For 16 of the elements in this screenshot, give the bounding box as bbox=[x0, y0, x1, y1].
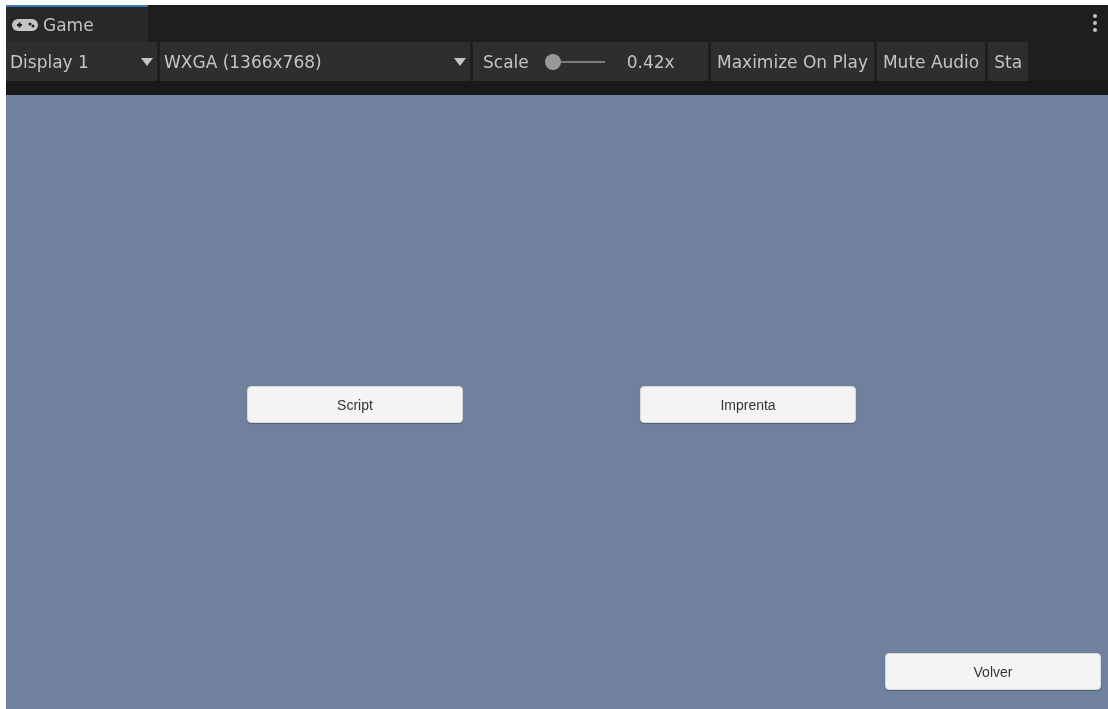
dropdown-caret-icon bbox=[141, 57, 153, 66]
dropdown-caret-icon bbox=[454, 57, 466, 66]
game-button[interactable]: Imprenta bbox=[640, 386, 856, 423]
display-dropdown[interactable]: Display 1 bbox=[6, 42, 157, 81]
game-tab[interactable]: Game bbox=[6, 5, 148, 42]
game-button[interactable]: Script bbox=[247, 386, 463, 423]
scale-label: Scale bbox=[483, 51, 529, 72]
scale-value: 0.42x bbox=[626, 51, 675, 72]
toolbar-toggle[interactable]: Maximize On Play bbox=[711, 42, 874, 81]
slider-thumb[interactable] bbox=[544, 53, 561, 70]
gamepad-icon bbox=[12, 17, 38, 32]
toolbar-toggle[interactable]: Sta bbox=[988, 42, 1029, 81]
toolbar-toggle[interactable]: Mute Audio bbox=[876, 42, 986, 81]
more-options-icon[interactable] bbox=[1092, 13, 1098, 33]
game-button[interactable]: Volver bbox=[885, 653, 1101, 690]
resolution-dropdown[interactable]: WXGA (1366x768) bbox=[160, 42, 470, 81]
